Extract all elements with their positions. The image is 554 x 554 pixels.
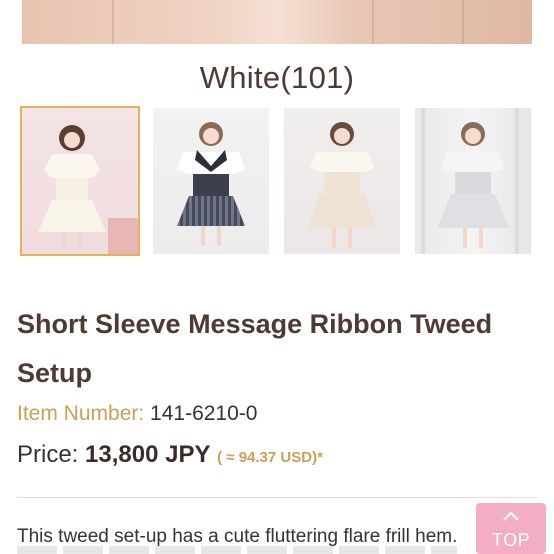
description-next-line <box>17 546 457 554</box>
thumbnail-navy-check[interactable] <box>153 108 269 254</box>
back-to-top-button[interactable]: TOP <box>476 503 546 554</box>
price: Price: 13,800 JPY ( ≈ 94.37 USD)* <box>17 441 323 469</box>
color-thumbnails <box>20 106 534 260</box>
item-number-value: 141-6210-0 <box>150 402 258 425</box>
selected-color-name: White(101) <box>199 60 355 95</box>
item-number: Item Number: 141-6210-0 <box>17 402 257 426</box>
item-number-label: Item Number: <box>17 402 145 425</box>
thumbnail-white[interactable] <box>20 106 140 256</box>
back-to-top-label: TOP <box>491 530 531 550</box>
thumbnail-grey[interactable] <box>415 108 531 254</box>
price-usd: ( ≈ 94.37 USD)* <box>217 449 323 466</box>
price-value: 13,800 JPY <box>85 441 211 468</box>
product-main-image <box>22 0 532 44</box>
product-title: Short Sleeve Message Ribbon Tweed Setup <box>17 309 493 388</box>
thumbnail-beige[interactable] <box>284 108 400 254</box>
chevron-up-icon <box>502 509 520 527</box>
price-label: Price: <box>17 441 79 468</box>
divider <box>17 497 537 498</box>
